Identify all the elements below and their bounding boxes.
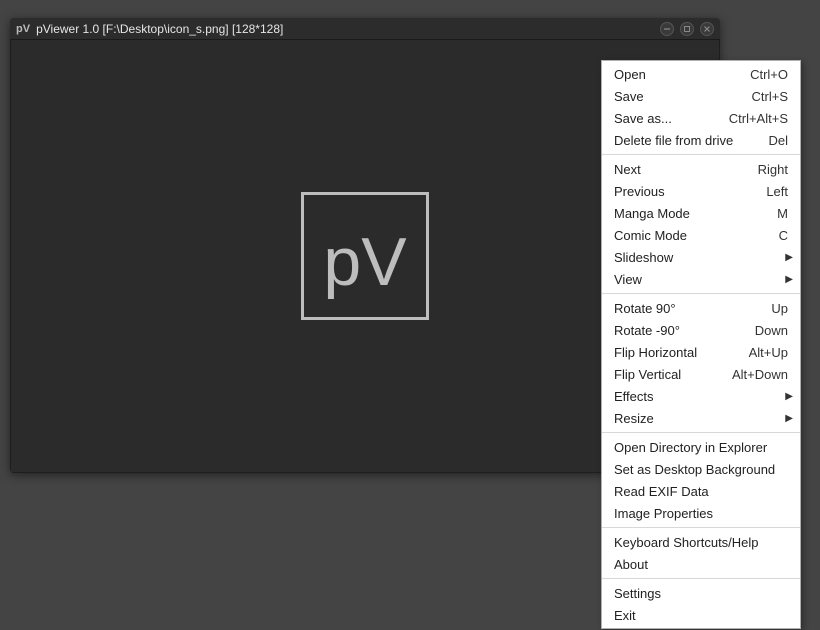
menu-item-label: Flip Horizontal	[614, 345, 739, 360]
menu-item-shortcut: Alt+Down	[732, 367, 796, 382]
menu-item-label: Exit	[614, 608, 796, 623]
menu-item-resize[interactable]: Resize▶	[602, 407, 800, 429]
menu-item-label: Keyboard Shortcuts/Help	[614, 535, 796, 550]
menu-item-open-directory-in-explorer[interactable]: Open Directory in Explorer	[602, 436, 800, 458]
menu-item-rotate-90[interactable]: Rotate 90° Up	[602, 297, 800, 319]
menu-item-label: Image Properties	[614, 506, 796, 521]
menu-item-label: Previous	[614, 184, 756, 199]
menu-item-previous[interactable]: Previous Left	[602, 180, 800, 202]
menu-item-label: Effects	[614, 389, 784, 404]
image-preview-text: pV	[323, 228, 406, 296]
menu-item-view[interactable]: View▶	[602, 268, 800, 290]
menu-item-slideshow[interactable]: Slideshow▶	[602, 246, 800, 268]
app-icon: pV	[16, 23, 30, 35]
menu-item-label: Open	[614, 67, 740, 82]
menu-item-read-exif-data[interactable]: Read EXIF Data	[602, 480, 800, 502]
maximize-button[interactable]	[680, 22, 694, 36]
menu-item-shortcut: C	[779, 228, 796, 243]
menu-item-label: Next	[614, 162, 748, 177]
menu-item-open[interactable]: Open Ctrl+O	[602, 63, 800, 85]
chevron-right-icon: ▶	[784, 274, 796, 285]
menu-item-shortcut: Down	[755, 323, 796, 338]
menu-separator	[602, 293, 800, 294]
menu-item-next[interactable]: Next Right	[602, 158, 800, 180]
menu-item-save[interactable]: Save Ctrl+S	[602, 85, 800, 107]
menu-item-shortcut: Left	[766, 184, 796, 199]
chevron-right-icon: ▶	[784, 252, 796, 263]
titlebar[interactable]: pV pViewer 1.0 [F:\Desktop\icon_s.png] […	[10, 18, 720, 40]
menu-item-effects[interactable]: Effects▶	[602, 385, 800, 407]
menu-item-comic-mode[interactable]: Comic Mode C	[602, 224, 800, 246]
menu-item-label: Flip Vertical	[614, 367, 722, 382]
menu-item-label: View	[614, 272, 784, 287]
menu-item-label: Read EXIF Data	[614, 484, 796, 499]
menu-item-keyboard-shortcuts-help[interactable]: Keyboard Shortcuts/Help	[602, 531, 800, 553]
window-title: pViewer 1.0 [F:\Desktop\icon_s.png] [128…	[36, 22, 660, 36]
menu-item-label: Delete file from drive	[614, 133, 758, 148]
menu-item-shortcut: Up	[771, 301, 796, 316]
image-preview: pV	[301, 192, 429, 320]
menu-item-settings[interactable]: Settings	[602, 582, 800, 604]
menu-item-exit[interactable]: Exit	[602, 604, 800, 626]
menu-item-label: Comic Mode	[614, 228, 769, 243]
menu-item-shortcut: Right	[758, 162, 796, 177]
chevron-right-icon: ▶	[784, 391, 796, 402]
context-menu: Open Ctrl+O Save Ctrl+S Save as... Ctrl+Alt+S…	[601, 60, 801, 629]
menu-separator	[602, 432, 800, 433]
menu-separator	[602, 527, 800, 528]
menu-item-about[interactable]: About	[602, 553, 800, 575]
menu-item-flip-horizontal[interactable]: Flip Horizontal Alt+Up	[602, 341, 800, 363]
menu-item-delete-file-from-drive[interactable]: Delete file from drive Del	[602, 129, 800, 151]
menu-item-save-as[interactable]: Save as... Ctrl+Alt+S	[602, 107, 800, 129]
menu-item-shortcut: Ctrl+S	[752, 89, 796, 104]
minimize-button[interactable]	[660, 22, 674, 36]
menu-item-rotate-90[interactable]: Rotate -90° Down	[602, 319, 800, 341]
menu-item-label: Resize	[614, 411, 784, 426]
menu-item-label: Save	[614, 89, 742, 104]
menu-item-shortcut: Ctrl+Alt+S	[729, 111, 796, 126]
menu-item-shortcut: Ctrl+O	[750, 67, 796, 82]
menu-item-label: Slideshow	[614, 250, 784, 265]
menu-separator	[602, 578, 800, 579]
menu-item-image-properties[interactable]: Image Properties	[602, 502, 800, 524]
menu-item-label: Save as...	[614, 111, 719, 126]
menu-item-label: Set as Desktop Background	[614, 462, 796, 477]
menu-separator	[602, 154, 800, 155]
menu-item-label: Rotate -90°	[614, 323, 745, 338]
menu-item-shortcut: Alt+Up	[749, 345, 796, 360]
close-button[interactable]	[700, 22, 714, 36]
menu-item-manga-mode[interactable]: Manga Mode M	[602, 202, 800, 224]
chevron-right-icon: ▶	[784, 413, 796, 424]
window-controls	[660, 22, 714, 36]
menu-item-shortcut: M	[777, 206, 796, 221]
menu-item-flip-vertical[interactable]: Flip Vertical Alt+Down	[602, 363, 800, 385]
menu-item-set-as-desktop-background[interactable]: Set as Desktop Background	[602, 458, 800, 480]
menu-item-label: About	[614, 557, 796, 572]
menu-item-label: Open Directory in Explorer	[614, 440, 796, 455]
menu-item-label: Manga Mode	[614, 206, 767, 221]
menu-item-label: Rotate 90°	[614, 301, 761, 316]
menu-item-label: Settings	[614, 586, 796, 601]
menu-item-shortcut: Del	[768, 133, 796, 148]
